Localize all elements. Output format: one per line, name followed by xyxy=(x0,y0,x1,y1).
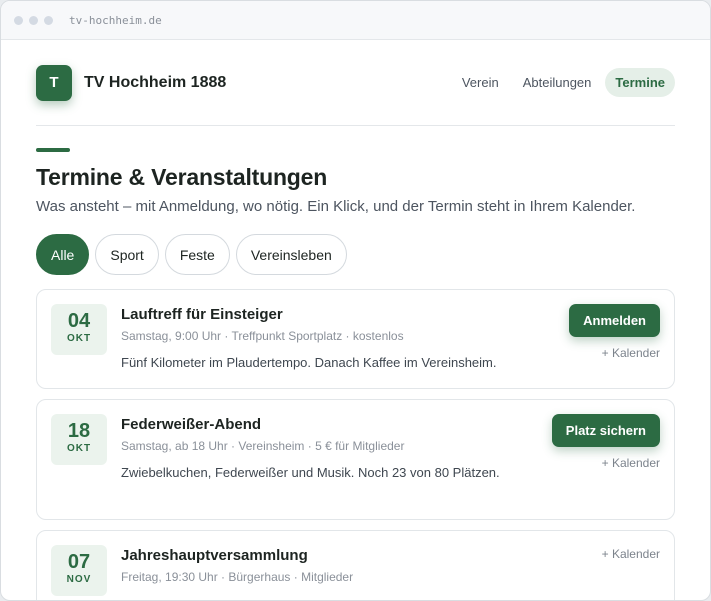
event-date: 04 OKT xyxy=(51,304,107,355)
event-date-day: 07 xyxy=(67,551,91,573)
event-date-day: 18 xyxy=(67,420,91,442)
filter-chip-alle[interactable]: Alle xyxy=(36,234,90,275)
event-actions: Anmelden + Kalender xyxy=(569,304,660,360)
filter-chip-sport[interactable]: Sport xyxy=(95,234,159,275)
window-dot-icon xyxy=(44,15,53,25)
filter-chip-vereinsleben[interactable]: Vereinsleben xyxy=(235,234,347,275)
event-date: 18 OKT xyxy=(51,414,107,465)
event-date-month: OKT xyxy=(66,333,92,344)
site-logo[interactable]: T xyxy=(36,64,72,101)
filter-chips: Alle Sport Feste Vereinsleben xyxy=(36,234,675,275)
event-title: Jahreshauptversammlung xyxy=(121,547,308,564)
register-button[interactable]: Anmelden xyxy=(569,304,660,337)
filter-chip-feste[interactable]: Feste xyxy=(164,234,230,275)
window-dot-icon xyxy=(14,15,23,25)
page-content: T TV Hochheim 1888 Verein Abteilungen Te… xyxy=(1,40,710,600)
nav-item-verein[interactable]: Verein xyxy=(452,68,509,97)
address-bar[interactable]: tv-hochheim.de xyxy=(69,14,162,27)
main-nav: Verein Abteilungen Termine xyxy=(448,68,675,97)
event-card: 18 OKT Federweißer-Abend Samstag, ab 18 … xyxy=(36,399,675,520)
reserve-seat-button[interactable]: Platz sichern xyxy=(551,414,660,447)
event-date-month: NOV xyxy=(66,574,92,585)
event-description: Zwiebelkuchen, Federweißer und Musik. No… xyxy=(121,465,500,480)
event-date-day: 04 xyxy=(67,310,91,332)
event-meta: Freitag, 19:30 Uhr · Bürgerhaus · Mitgli… xyxy=(121,570,354,584)
event-actions: + Kalender xyxy=(602,545,660,561)
event-date-month: OKT xyxy=(66,443,92,454)
browser-chrome: tv-hochheim.de xyxy=(1,1,710,40)
event-actions: Platz sichern + Kalender xyxy=(551,414,660,470)
event-card: 04 OKT Lauftreff für Einsteiger Samstag,… xyxy=(36,289,675,389)
page-subtitle: Was ansteht – mit Anmeldung, wo nötig. E… xyxy=(36,198,636,215)
event-list: 04 OKT Lauftreff für Einsteiger Samstag,… xyxy=(36,289,675,600)
nav-item-abteilungen[interactable]: Abteilungen xyxy=(513,68,602,97)
page-title: Termine & Veranstaltungen xyxy=(36,164,328,190)
title-accent-bar xyxy=(36,148,70,152)
site-name[interactable]: TV Hochheim 1888 xyxy=(84,74,226,92)
window-dot-icon xyxy=(29,15,38,25)
add-to-calendar-link[interactable]: + Kalender xyxy=(602,346,660,360)
event-description: Fünf Kilometer im Plaudertempo. Danach K… xyxy=(121,355,497,370)
browser-window: tv-hochheim.de T TV Hochheim 1888 Verein… xyxy=(0,0,711,601)
event-date: 07 NOV xyxy=(51,545,107,596)
event-card: 07 NOV Jahreshauptversammlung Freitag, 1… xyxy=(36,530,675,600)
add-to-calendar-link[interactable]: + Kalender xyxy=(602,456,660,470)
site-header: T TV Hochheim 1888 Verein Abteilungen Te… xyxy=(36,40,675,126)
add-to-calendar-link[interactable]: + Kalender xyxy=(602,547,660,561)
nav-item-termine[interactable]: Termine xyxy=(605,68,675,97)
